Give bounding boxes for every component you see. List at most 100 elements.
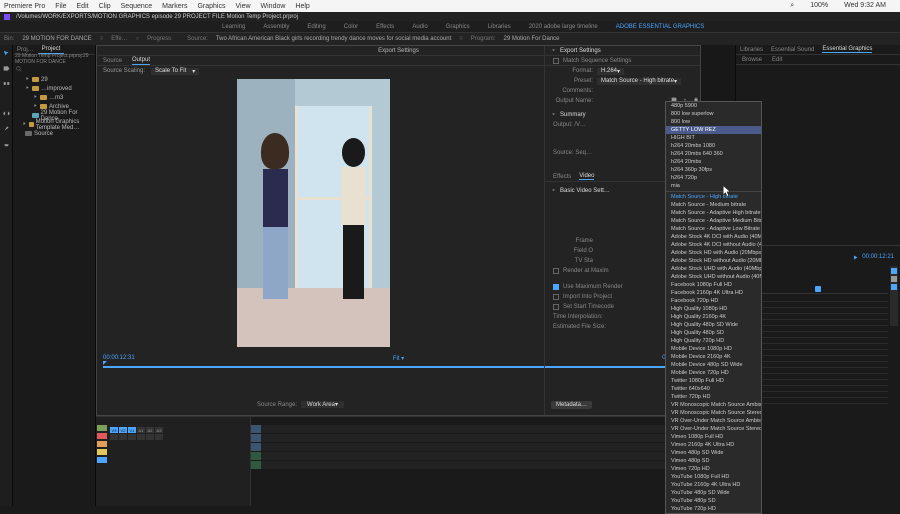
set-tc-checkbox[interactable] xyxy=(553,304,559,310)
pen-tool-icon[interactable] xyxy=(2,124,11,133)
chevron-right-icon[interactable] xyxy=(25,76,30,83)
preset-item[interactable]: Facebook 2160p 4K Ultra HD xyxy=(666,289,761,297)
preset-item[interactable]: Adobe Stock 4K DCI without Audio (40Mbps… xyxy=(666,241,761,249)
chevron-down-icon[interactable] xyxy=(551,112,556,119)
track-toggle[interactable]: A1 xyxy=(137,427,145,433)
tab-essential-graphics[interactable]: Essential Graphics xyxy=(822,46,872,53)
track-toggle[interactable] xyxy=(110,434,118,440)
preset-item[interactable]: High Quality 480p SD Wide xyxy=(666,321,761,329)
preset-item[interactable]: VR Monoscopic Match Source Stereo Audio xyxy=(666,409,761,417)
menu-item[interactable]: Help xyxy=(295,3,309,10)
preset-item[interactable]: Match Source - High bitrate xyxy=(666,193,761,201)
chevron-down-icon[interactable] xyxy=(551,48,556,55)
source-range-dropdown[interactable]: Work Area ▾ xyxy=(301,401,344,408)
preset-item[interactable]: 800 low superlow xyxy=(666,110,761,118)
preset-item[interactable]: Vimeo 720p HD xyxy=(666,465,761,473)
selection-tool-icon[interactable] xyxy=(2,49,11,58)
menu-item[interactable]: Markers xyxy=(162,3,187,10)
preset-item[interactable]: 480p 5900 xyxy=(666,102,761,110)
import-proj-checkbox[interactable] xyxy=(553,294,559,300)
scaling-dropdown[interactable]: Scale To Fit ▾ xyxy=(151,68,199,75)
ripple-edit-icon[interactable] xyxy=(2,79,11,88)
ws-tab[interactable]: Color xyxy=(344,24,358,30)
preset-item[interactable]: High Quality 1080p HD xyxy=(666,305,761,313)
chevron-right-icon[interactable] xyxy=(25,85,30,92)
ws-tab[interactable]: ADOBE ESSENTIAL GRAPHICS xyxy=(616,24,704,30)
timecode[interactable]: 00:00:12:21 xyxy=(862,254,894,260)
tree-row[interactable]: …m3 xyxy=(13,93,95,102)
label-color[interactable] xyxy=(97,425,107,431)
preset-item[interactable]: Twitter 1080p Full HD xyxy=(666,377,761,385)
timecode-left[interactable]: 00:00:12:31 xyxy=(103,355,135,361)
preset-item[interactable]: Adobe Stock HD with Audio (20Mbps) xyxy=(666,249,761,257)
hand-tool-icon[interactable] xyxy=(2,139,11,148)
preset-item[interactable]: Match Source - Adaptive Low Bitrate xyxy=(666,225,761,233)
track-toggle[interactable]: V2 xyxy=(119,427,127,433)
tree-row[interactable]: Motion Graphics Template Med… xyxy=(13,120,95,129)
preset-item[interactable]: h264 20mbs xyxy=(666,158,761,166)
preset-dropdown[interactable]: Match Source - High bitrate ▾ xyxy=(597,78,681,85)
track-toggle[interactable] xyxy=(119,434,127,440)
preset-item[interactable]: Adobe Stock UHD without Audio (40Mbps) xyxy=(666,273,761,281)
marker[interactable] xyxy=(815,286,821,292)
preset-item[interactable]: Vimeo 2160p 4K Ultra HD xyxy=(666,441,761,449)
track-toggle[interactable] xyxy=(155,434,163,440)
preset-item[interactable]: h264 360p 30fps xyxy=(666,166,761,174)
preset-item[interactable]: High Quality 2160p 4K xyxy=(666,313,761,321)
preset-item[interactable]: 800 low xyxy=(666,118,761,126)
track-toggle[interactable] xyxy=(128,434,136,440)
chevron-right-icon[interactable] xyxy=(22,121,27,128)
label-color[interactable] xyxy=(97,457,107,463)
ws-tab[interactable]: Audio xyxy=(412,24,427,30)
match-seq-checkbox[interactable] xyxy=(553,58,559,64)
preset-item[interactable]: Adobe Stock HD without Audio (20Mbps) xyxy=(666,257,761,265)
ws-tab[interactable]: Learning xyxy=(222,24,245,30)
subtab-browse[interactable]: Browse xyxy=(742,57,762,63)
video-tab[interactable]: Video xyxy=(579,173,594,180)
max-render-checkbox[interactable] xyxy=(553,284,559,290)
menu-item[interactable]: Edit xyxy=(77,3,89,10)
tree-row[interactable]: …improved xyxy=(13,84,95,93)
menu-item[interactable]: File xyxy=(55,3,66,10)
preset-item[interactable]: YouTube 720p HD xyxy=(666,505,761,513)
ws-tab[interactable]: Assembly xyxy=(263,24,289,30)
preset-item[interactable]: Twitter 640x640 xyxy=(666,385,761,393)
preset-item[interactable]: Vimeo 480p SD xyxy=(666,457,761,465)
preset-item[interactable]: YouTube 2160p 4K Ultra HD xyxy=(666,481,761,489)
metadata-button[interactable]: Metadata… xyxy=(551,401,592,409)
fit-dropdown[interactable]: Fit xyxy=(393,356,400,362)
label-color[interactable] xyxy=(97,433,107,439)
preset-item[interactable]: High Quality 720p HD xyxy=(666,337,761,345)
preset-item[interactable]: Match Source - Adaptive High bitrate xyxy=(666,209,761,217)
preset-item[interactable]: Vimeo 480p SD Wide xyxy=(666,449,761,457)
chevron-right-icon[interactable] xyxy=(33,94,38,101)
preset-item[interactable]: Mobile Device 480p SD Wide xyxy=(666,361,761,369)
search-icon[interactable] xyxy=(16,59,22,77)
preset-dropdown-menu[interactable]: 480p 5900800 low superlow800 lowGETTY LO… xyxy=(665,101,762,514)
chevron-right-icon[interactable] xyxy=(33,103,38,110)
source-clip[interactable]: Two African American Black girls recordi… xyxy=(216,36,451,42)
ws-tab[interactable]: Libraries xyxy=(488,24,511,30)
menu-item[interactable]: Clip xyxy=(99,3,111,10)
preset-item[interactable]: Mobile Device 720p HD xyxy=(666,369,761,377)
ws-tab[interactable]: 2020 adobe large timeline xyxy=(529,24,598,30)
chevron-down-icon[interactable] xyxy=(551,188,556,195)
preset-item[interactable]: VR Over-Under Match Source Ambisonics xyxy=(666,417,761,425)
preset-item[interactable]: Facebook 720p HD xyxy=(666,297,761,305)
label-color[interactable] xyxy=(97,449,107,455)
preset-item[interactable]: Vimeo 1080p Full HD xyxy=(666,433,761,441)
program-name[interactable]: 29 Motion For Dance xyxy=(503,36,559,42)
preset-item[interactable]: Mobile Device 1080p HD xyxy=(666,345,761,353)
zoom-controls[interactable] xyxy=(890,266,898,326)
preset-item[interactable]: Match Source - Adaptive Medium Bitrate xyxy=(666,217,761,225)
track-toggle[interactable] xyxy=(137,434,145,440)
preset-item[interactable]: h264 720p xyxy=(666,174,761,182)
tab-libraries[interactable]: Libraries xyxy=(740,47,763,53)
preset-item[interactable]: HIGH BIT xyxy=(666,134,761,142)
tab-essential-sound[interactable]: Essential Sound xyxy=(771,47,814,53)
preset-item[interactable]: VR Monoscopic Match Source Ambisonics xyxy=(666,401,761,409)
preset-item[interactable]: YouTube 1080p Full HD xyxy=(666,473,761,481)
menu-item[interactable]: Sequence xyxy=(121,3,153,10)
preset-item[interactable]: h264 20mbs 640 360 xyxy=(666,150,761,158)
preset-item[interactable]: Match Source - Medium bitrate xyxy=(666,201,761,209)
